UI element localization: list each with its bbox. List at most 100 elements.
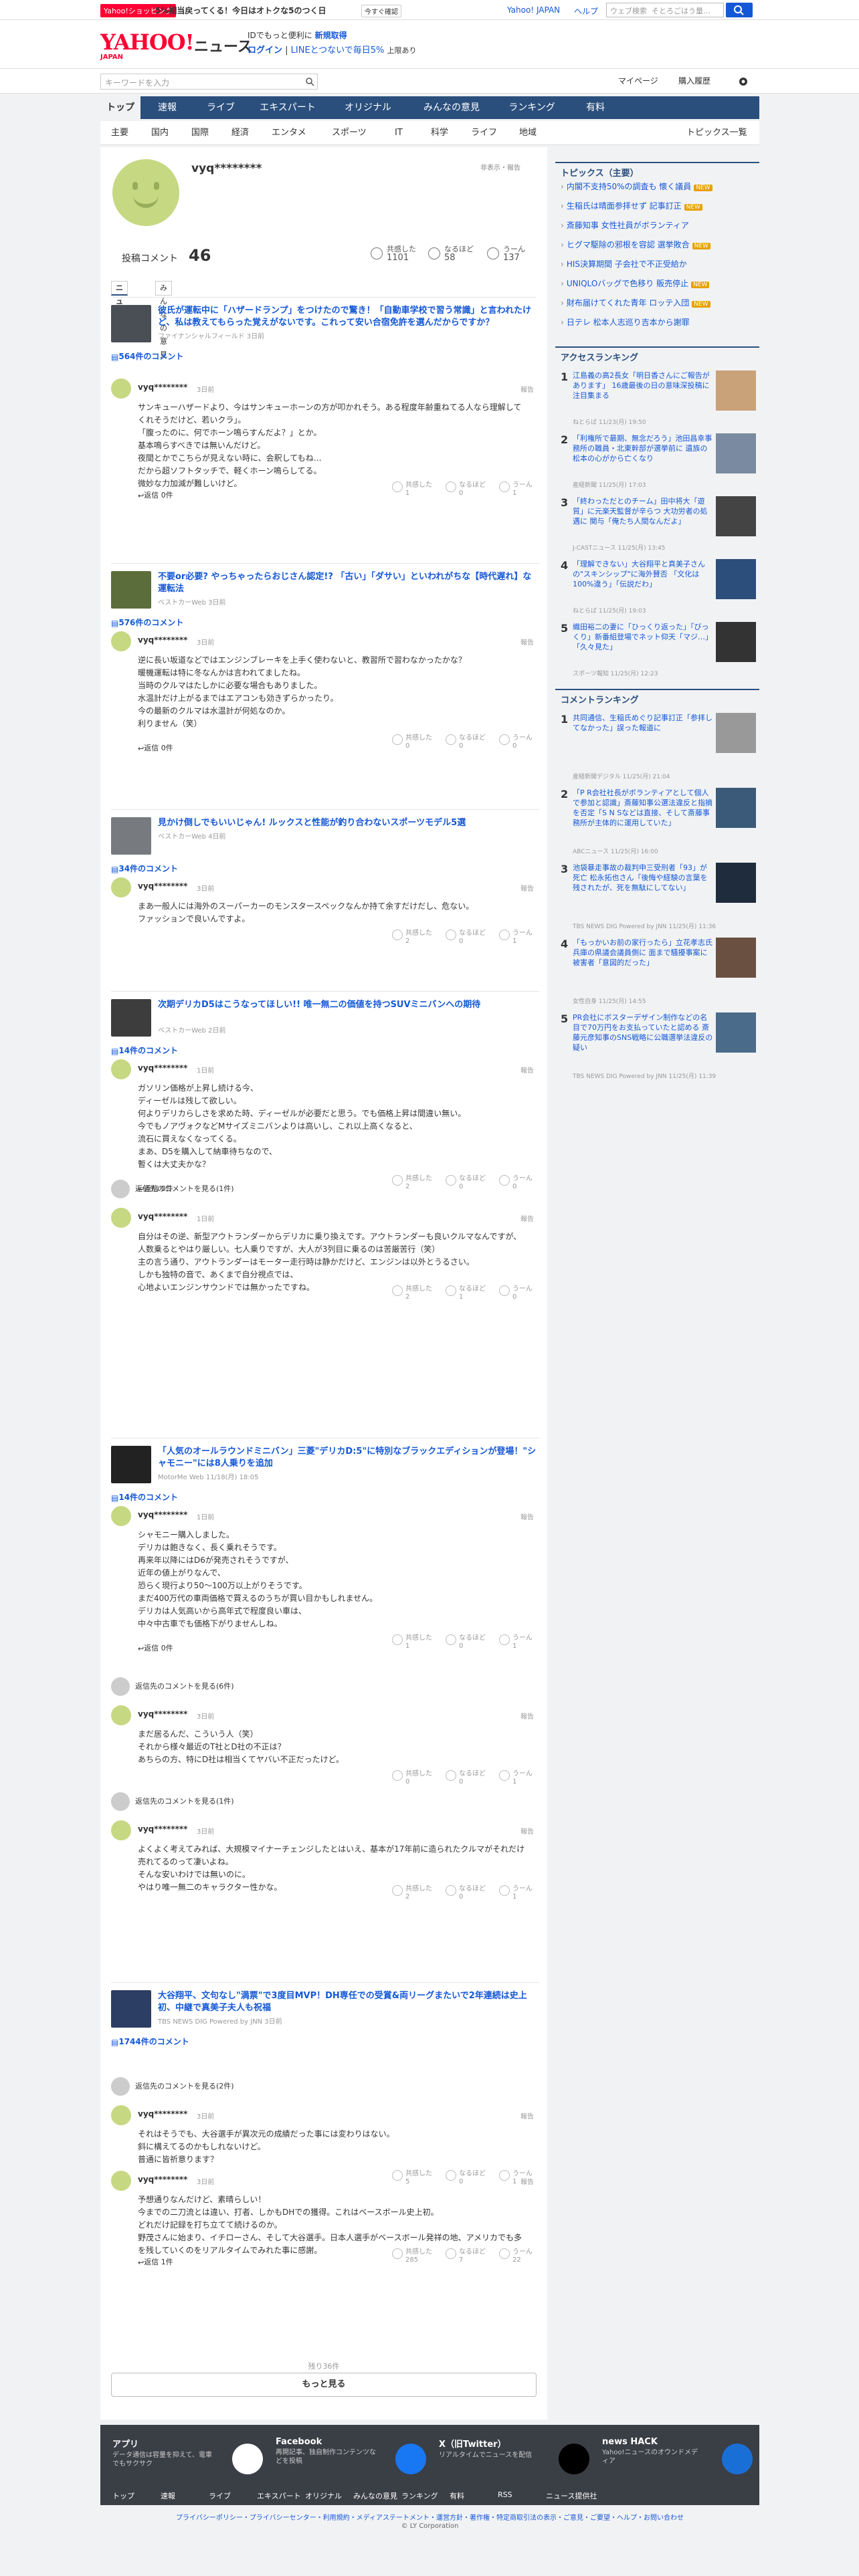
subnav-it[interactable]: IT <box>395 121 403 145</box>
search-icon[interactable] <box>305 77 314 86</box>
footer-nav-item[interactable]: 速報 <box>161 2490 175 2501</box>
subnav-entertainment[interactable]: エンタメ <box>272 121 306 145</box>
topic-item[interactable]: › HIS決算期間 子会社で不正受給か <box>561 258 758 270</box>
topic-item[interactable]: › 生稲氏は晴面参拝せず 記事訂正 NEW <box>561 200 758 211</box>
topic-item[interactable]: › 内閣不支持50%の調査も 懐く議員 NEW <box>561 181 758 192</box>
ranking-item[interactable]: 5 織田裕二の妻に「ひっくり返った」「びっくり」新番組登場でネット仰天「マジ…」「… <box>555 622 759 679</box>
ranking-item[interactable]: 4 「もっかいお前の家行ったら」立花孝志氏 兵庫の県議会議員側に 面まで騒擾事案に… <box>555 938 759 1007</box>
nav-breaking[interactable]: 速報 <box>140 96 194 119</box>
article-thumbnail[interactable] <box>111 999 151 1037</box>
ranking-item[interactable]: 3 池袋暴走事故の裁判申三受刑者「93」が死亡 松永拓也さん「後悔や経験の言葉を残… <box>555 863 759 932</box>
comment-reaction[interactable]: 共感した 1 <box>392 1634 432 1650</box>
article-thumbnail[interactable] <box>111 1446 151 1483</box>
report-link[interactable]: 報告 <box>520 637 534 647</box>
comment-author[interactable]: vyq******** <box>138 2109 187 2119</box>
tab-news[interactable]: ニュース <box>111 281 128 332</box>
reply-button[interactable]: ↩ 返信 0件 <box>138 742 173 753</box>
footer-nav-item[interactable]: エキスパート <box>257 2490 301 2501</box>
article-title[interactable]: 不要or必要? やっちゃったらおじさん認定!? 「古い」「ダサい」といわれがちな… <box>158 571 539 595</box>
footer-nav-item[interactable]: ニュース提供社 <box>546 2490 597 2501</box>
help-link[interactable]: ヘルプ <box>574 5 598 17</box>
comment-reaction[interactable]: なるほど 0 <box>446 1885 486 1901</box>
line-link[interactable]: LINEとつないで毎日5% <box>291 45 385 56</box>
nav-paid[interactable]: 有料 <box>569 96 622 119</box>
topic-item[interactable]: › 日テレ 松本人志巡り吉本から謝罪 <box>561 316 758 328</box>
article-thumbnail[interactable] <box>111 817 151 855</box>
gear-icon[interactable] <box>737 76 749 88</box>
comment-reaction[interactable]: うーん 0 <box>499 1175 533 1191</box>
topic-item[interactable]: › ヒグマ駆除の邪根を容認 選挙敗合 NEW <box>561 239 758 250</box>
comment-reaction[interactable]: うーん 1 <box>499 481 533 498</box>
comment-reaction[interactable]: うーん 1 <box>499 1770 533 1786</box>
article-title[interactable]: 見かけ倒しでもいいじゃん! ルックスと性能が釣り合わないスポーツモデル5選 <box>158 817 539 829</box>
comment-author[interactable]: vyq******** <box>138 1709 187 1719</box>
report-link[interactable]: 報告 <box>520 2111 534 2121</box>
comment-reaction[interactable]: 共感した 1 <box>392 481 432 498</box>
yahoo-logo[interactable]: YAHOO! <box>100 29 195 55</box>
article-title[interactable]: 彼氏が運転中に「ハザードランプ」をつけたので驚き！「自動車学校で習う常識」と言わ… <box>158 305 539 329</box>
topics-list-link[interactable]: トピックス一覧 <box>686 121 747 145</box>
web-search-input[interactable]: ウェブ検索 そとろごはう量… <box>606 3 724 17</box>
report-link[interactable]: 報告 <box>520 1065 534 1075</box>
comment-reaction[interactable]: うーん 1 <box>499 1885 533 1901</box>
footer-nav-item[interactable]: 有料 <box>450 2490 464 2501</box>
comment-reaction[interactable]: 共感した 2 <box>392 1175 432 1191</box>
ranking-item[interactable]: 4 「理解できない」大谷翔平と真美子さんの"スキンシップ"に海外賛否 「文化は10… <box>555 559 759 617</box>
ranking-item[interactable]: 2 「利権所で最期、無念だろう」池田昌幸事務所の職員・北東幹部が選挙前に 遺族の松… <box>555 433 759 491</box>
comment-author[interactable]: vyq******** <box>138 1212 187 1221</box>
hide-report-link[interactable]: 非表示・報告 <box>480 162 520 172</box>
comment-reaction[interactable]: なるほど 0 <box>446 481 486 498</box>
yahoo-japan-link[interactable]: Yahoo! JAPAN <box>507 5 560 15</box>
ranking-item[interactable]: 2 「P R会社社長がボランティアとして個人で参加と認識」斎藤知事公選法違反と指摘… <box>555 788 759 857</box>
promo-badge[interactable]: 今すぐ確認 <box>361 5 401 17</box>
login-link[interactable]: ログイン <box>248 45 282 56</box>
report-link[interactable]: 報告 <box>520 883 534 893</box>
show-parent-comment[interactable]: 返信先のコメントを見る(6件) <box>111 1677 234 1696</box>
topic-item[interactable]: › 斎藤知事 女性社員がボランティア <box>561 219 758 231</box>
article-thumbnail[interactable] <box>111 571 151 609</box>
comment-count[interactable]: ▤ 576件のコメント <box>111 617 183 628</box>
footer-nav-item[interactable]: みんなの意見 <box>353 2490 397 2501</box>
promo-text[interactable]: 5%相当戻ってくる！今日はオトクな5のつく日 <box>155 5 326 16</box>
purchase-history-link[interactable]: 購入履歴 <box>678 75 710 86</box>
nav-expert[interactable]: エキスパート <box>248 96 328 119</box>
subnav-life[interactable]: ライフ <box>471 121 497 145</box>
subnav-domestic[interactable]: 国内 <box>151 121 169 145</box>
comment-reaction[interactable]: なるほど 0 <box>446 1770 486 1786</box>
footer-links[interactable]: プライバシーポリシー・プライバシーセンター・利用規約・メディアステートメント・運… <box>100 2512 759 2522</box>
footer-facebook[interactable]: Facebook 再開記事、独自制作コンテンツなどを投稿 <box>276 2437 426 2485</box>
comment-author[interactable]: vyq******** <box>138 1824 187 1834</box>
comment-author[interactable]: vyq******** <box>138 2175 187 2184</box>
comment-count[interactable]: ▤ 564件のコメント <box>111 350 183 362</box>
comment-reaction[interactable]: なるほど 1 <box>446 1285 486 1301</box>
report-link[interactable]: 報告 <box>520 1826 534 1836</box>
footer-nav-item[interactable]: ライブ <box>209 2490 231 2501</box>
show-parent-comment[interactable]: 返信先のコメントを見る(1件) <box>111 1792 234 1811</box>
comment-reaction[interactable]: うーん 1 <box>499 930 533 946</box>
reply-button[interactable]: ↩ 返信 0件 <box>138 490 173 500</box>
comment-reaction[interactable]: うーん 1 <box>499 1634 533 1650</box>
comment-reaction[interactable]: なるほど 0 <box>446 1634 486 1650</box>
comment-reaction[interactable]: 共感した 2 <box>392 1285 432 1301</box>
comment-count[interactable]: ▤ 1744件のコメント <box>111 2036 189 2047</box>
footer-nav-item[interactable]: オリジナル <box>305 2490 342 2501</box>
comment-reaction[interactable]: 共感した 0 <box>392 1770 432 1786</box>
comment-reaction[interactable]: 共感した 2 <box>392 930 432 946</box>
comment-reaction[interactable]: うーん 0 <box>499 734 533 750</box>
footer-nav-item[interactable]: ランキング <box>401 2490 438 2501</box>
comment-reaction[interactable]: 共感した 285 <box>392 2248 432 2264</box>
comment-reaction[interactable]: 共感した 0 <box>392 734 432 750</box>
comment-author[interactable]: vyq******** <box>138 1510 187 1519</box>
nav-top[interactable]: トップ <box>100 96 140 119</box>
report-link[interactable]: 報告 <box>520 1711 534 1721</box>
show-parent-comment[interactable]: 返信先のコメントを見る(1件) <box>111 1180 234 1198</box>
mypage-link[interactable]: マイページ <box>618 75 658 86</box>
report-link[interactable]: 報告 <box>520 384 534 394</box>
news-title[interactable]: ニュース <box>194 35 252 56</box>
article-title[interactable]: 次期デリカD5はこうなってほしい!! 唯一無二の価値を持つSUVミニバンへの期待 <box>158 999 539 1011</box>
ranking-item[interactable]: 1 江島義の高2長女「明日香さんにご報告があります」 16歳最後の日の意味深投稿に… <box>555 370 759 428</box>
footer-x[interactable]: X（旧Twitter） リアルタイムでニュースを配信 <box>439 2437 589 2485</box>
subnav-main[interactable]: 主要 <box>111 121 128 145</box>
tab-opinions[interactable]: みんなの意見 <box>155 281 172 359</box>
article-thumbnail[interactable] <box>111 1990 151 2028</box>
